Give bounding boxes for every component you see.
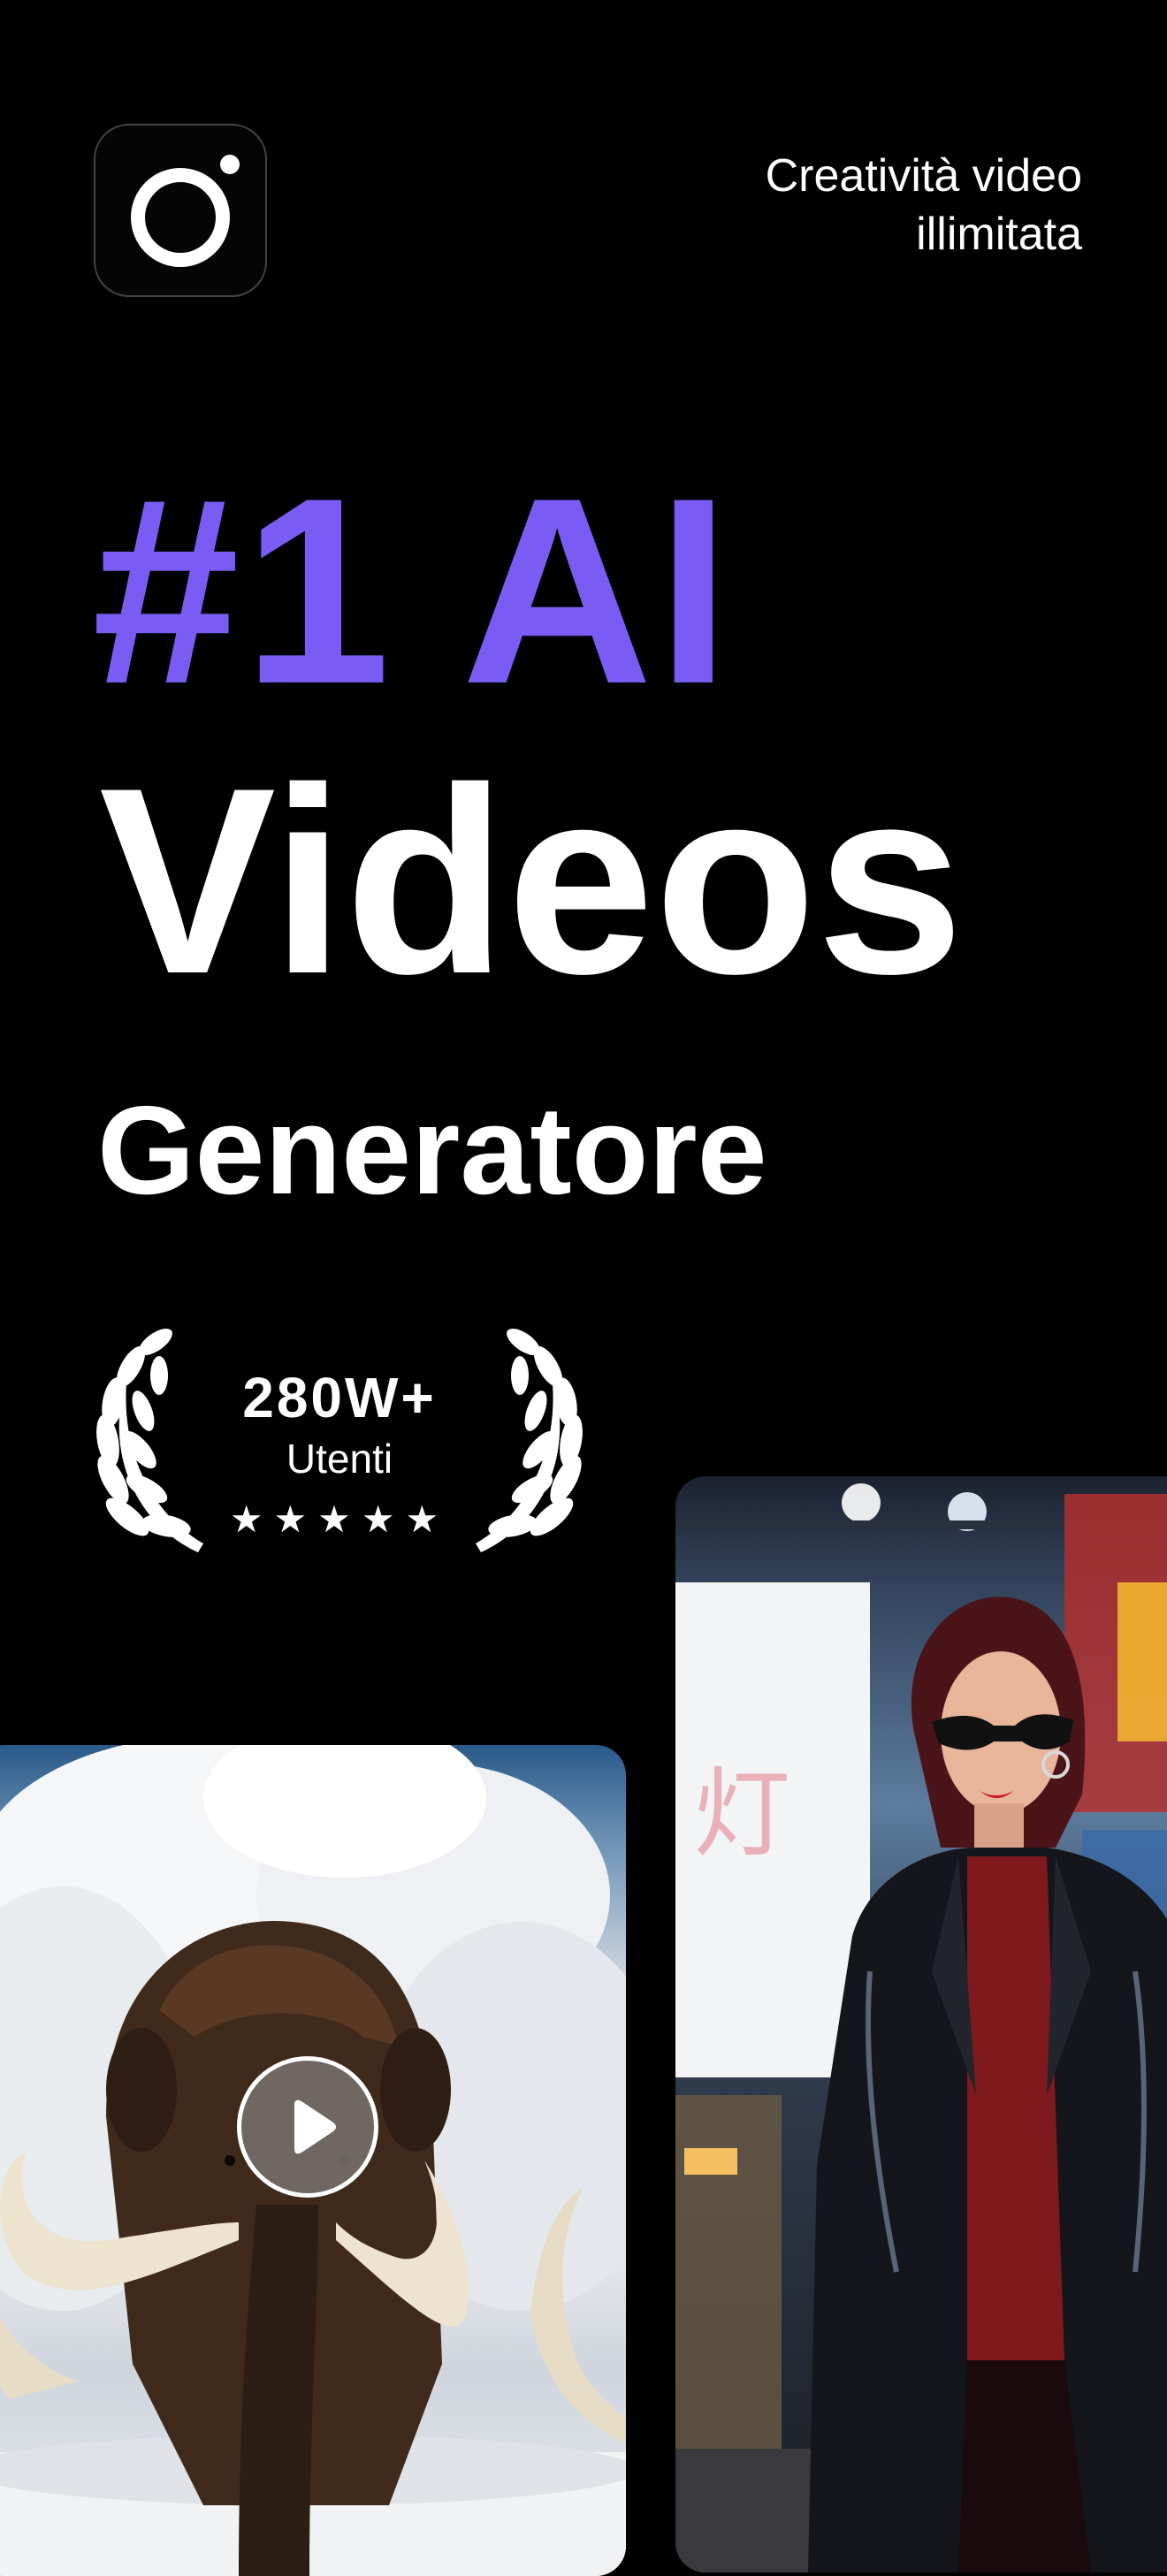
tagline-line-1: Creatività video: [765, 150, 1082, 202]
headline-accent: #1 AI: [92, 442, 734, 739]
app-logo: [94, 124, 267, 297]
star-rating: ★★★★★: [229, 1498, 450, 1540]
tagline-line-2: illimitata: [916, 209, 1082, 260]
svg-text:灯: 灯: [693, 1757, 790, 1871]
mammoth-video-card[interactable]: [0, 1745, 626, 2576]
user-count-label: Utenti: [286, 1436, 393, 1482]
user-count: 280W+: [242, 1366, 437, 1429]
city-woman-thumbnail: 灯: [675, 1483, 1167, 2572]
app-logo-icon: [131, 155, 240, 267]
tagline: Creatività video illimitata: [587, 147, 1082, 263]
play-icon: [294, 2100, 336, 2154]
headline-sub: Generatore: [97, 1080, 767, 1221]
headline-main: Videos: [99, 732, 965, 1029]
play-button[interactable]: [237, 2056, 378, 2198]
city-woman-video-card[interactable]: 灯: [675, 1476, 1167, 2572]
user-count-award: 280W+ Utenti ★★★★★: [92, 1321, 587, 1561]
